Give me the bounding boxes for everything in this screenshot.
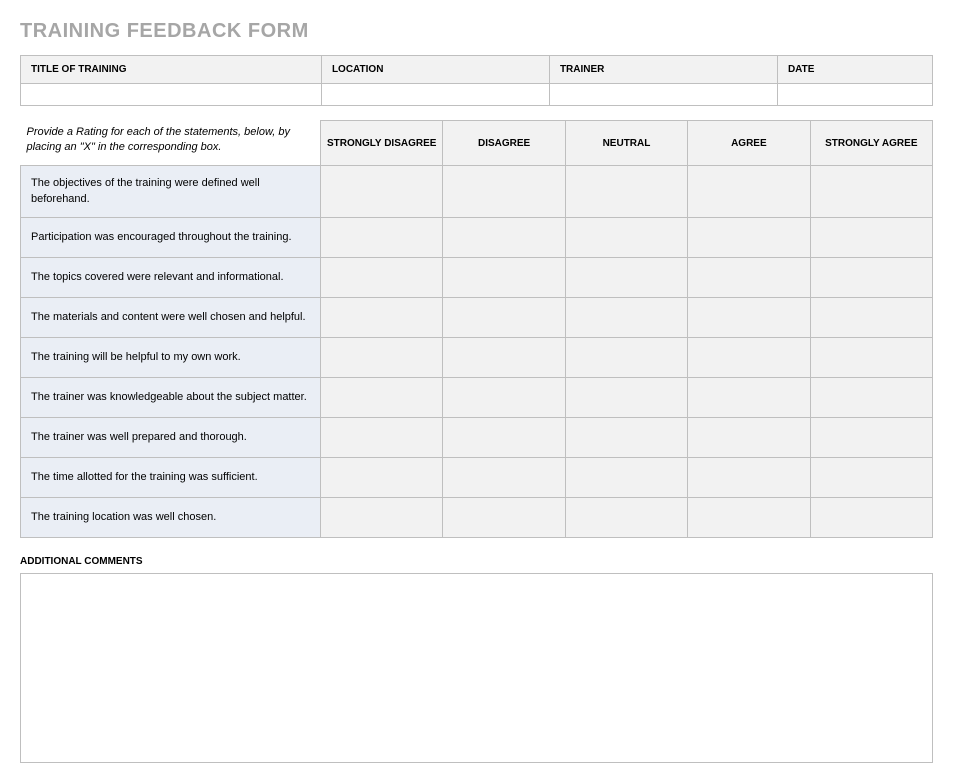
rating-cell-d[interactable] (443, 418, 565, 458)
header-location: LOCATION (321, 56, 549, 84)
rating-cell-sd[interactable] (321, 458, 443, 498)
page-title: TRAINING FEEDBACK FORM (20, 20, 933, 43)
header-neutral: NEUTRAL (565, 121, 687, 166)
rating-cell-sa[interactable] (810, 338, 932, 378)
header-trainer: TRAINER (549, 56, 777, 84)
rating-cell-sa[interactable] (810, 218, 932, 258)
rating-cell-n[interactable] (565, 458, 687, 498)
rating-cell-n[interactable] (565, 298, 687, 338)
statement-cell: The trainer was well prepared and thorou… (21, 418, 321, 458)
header-date: DATE (777, 56, 932, 84)
statement-cell: The trainer was knowledgeable about the … (21, 378, 321, 418)
input-date[interactable] (777, 84, 932, 106)
rating-cell-a[interactable] (688, 378, 810, 418)
statement-cell: The materials and content were well chos… (21, 298, 321, 338)
rating-cell-sa[interactable] (810, 166, 932, 218)
rating-instruction: Provide a Rating for each of the stateme… (21, 121, 321, 166)
header-strongly-agree: STRONGLY AGREE (810, 121, 932, 166)
rating-cell-sa[interactable] (810, 418, 932, 458)
input-trainer[interactable] (549, 84, 777, 106)
rating-cell-a[interactable] (688, 418, 810, 458)
rating-cell-sa[interactable] (810, 498, 932, 538)
rating-cell-a[interactable] (688, 498, 810, 538)
rating-cell-d[interactable] (443, 258, 565, 298)
comments-label: ADDITIONAL COMMENTS (20, 556, 933, 567)
rating-cell-sd[interactable] (321, 218, 443, 258)
rating-cell-n[interactable] (565, 218, 687, 258)
statement-cell: Participation was encouraged throughout … (21, 218, 321, 258)
rating-cell-d[interactable] (443, 378, 565, 418)
rating-cell-sa[interactable] (810, 298, 932, 338)
rating-cell-a[interactable] (688, 166, 810, 218)
rating-cell-n[interactable] (565, 258, 687, 298)
input-location[interactable] (321, 84, 549, 106)
rating-cell-sa[interactable] (810, 258, 932, 298)
rating-cell-sd[interactable] (321, 498, 443, 538)
header-title-of-training: TITLE OF TRAINING (21, 56, 322, 84)
header-disagree: DISAGREE (443, 121, 565, 166)
rating-cell-n[interactable] (565, 378, 687, 418)
statement-cell: The training location was well chosen. (21, 498, 321, 538)
rating-cell-a[interactable] (688, 458, 810, 498)
comments-input[interactable] (20, 573, 933, 763)
statement-cell: The time allotted for the training was s… (21, 458, 321, 498)
rating-cell-d[interactable] (443, 298, 565, 338)
rating-cell-a[interactable] (688, 258, 810, 298)
statement-cell: The training will be helpful to my own w… (21, 338, 321, 378)
rating-cell-d[interactable] (443, 338, 565, 378)
rating-cell-d[interactable] (443, 458, 565, 498)
rating-cell-a[interactable] (688, 218, 810, 258)
statement-cell: The objectives of the training were defi… (21, 166, 321, 218)
header-agree: AGREE (688, 121, 810, 166)
rating-cell-sa[interactable] (810, 458, 932, 498)
rating-cell-n[interactable] (565, 166, 687, 218)
header-strongly-disagree: STRONGLY DISAGREE (321, 121, 443, 166)
rating-table: Provide a Rating for each of the stateme… (20, 120, 933, 538)
rating-cell-d[interactable] (443, 166, 565, 218)
rating-cell-sd[interactable] (321, 166, 443, 218)
rating-cell-sd[interactable] (321, 338, 443, 378)
rating-cell-n[interactable] (565, 418, 687, 458)
info-table: TITLE OF TRAINING LOCATION TRAINER DATE (20, 55, 933, 106)
rating-cell-sd[interactable] (321, 298, 443, 338)
rating-cell-d[interactable] (443, 218, 565, 258)
rating-cell-d[interactable] (443, 498, 565, 538)
rating-cell-sd[interactable] (321, 418, 443, 458)
rating-cell-sd[interactable] (321, 378, 443, 418)
rating-cell-a[interactable] (688, 338, 810, 378)
rating-cell-sa[interactable] (810, 378, 932, 418)
rating-cell-n[interactable] (565, 498, 687, 538)
statement-cell: The topics covered were relevant and inf… (21, 258, 321, 298)
rating-cell-n[interactable] (565, 338, 687, 378)
input-title-of-training[interactable] (21, 84, 322, 106)
rating-cell-sd[interactable] (321, 258, 443, 298)
rating-cell-a[interactable] (688, 298, 810, 338)
